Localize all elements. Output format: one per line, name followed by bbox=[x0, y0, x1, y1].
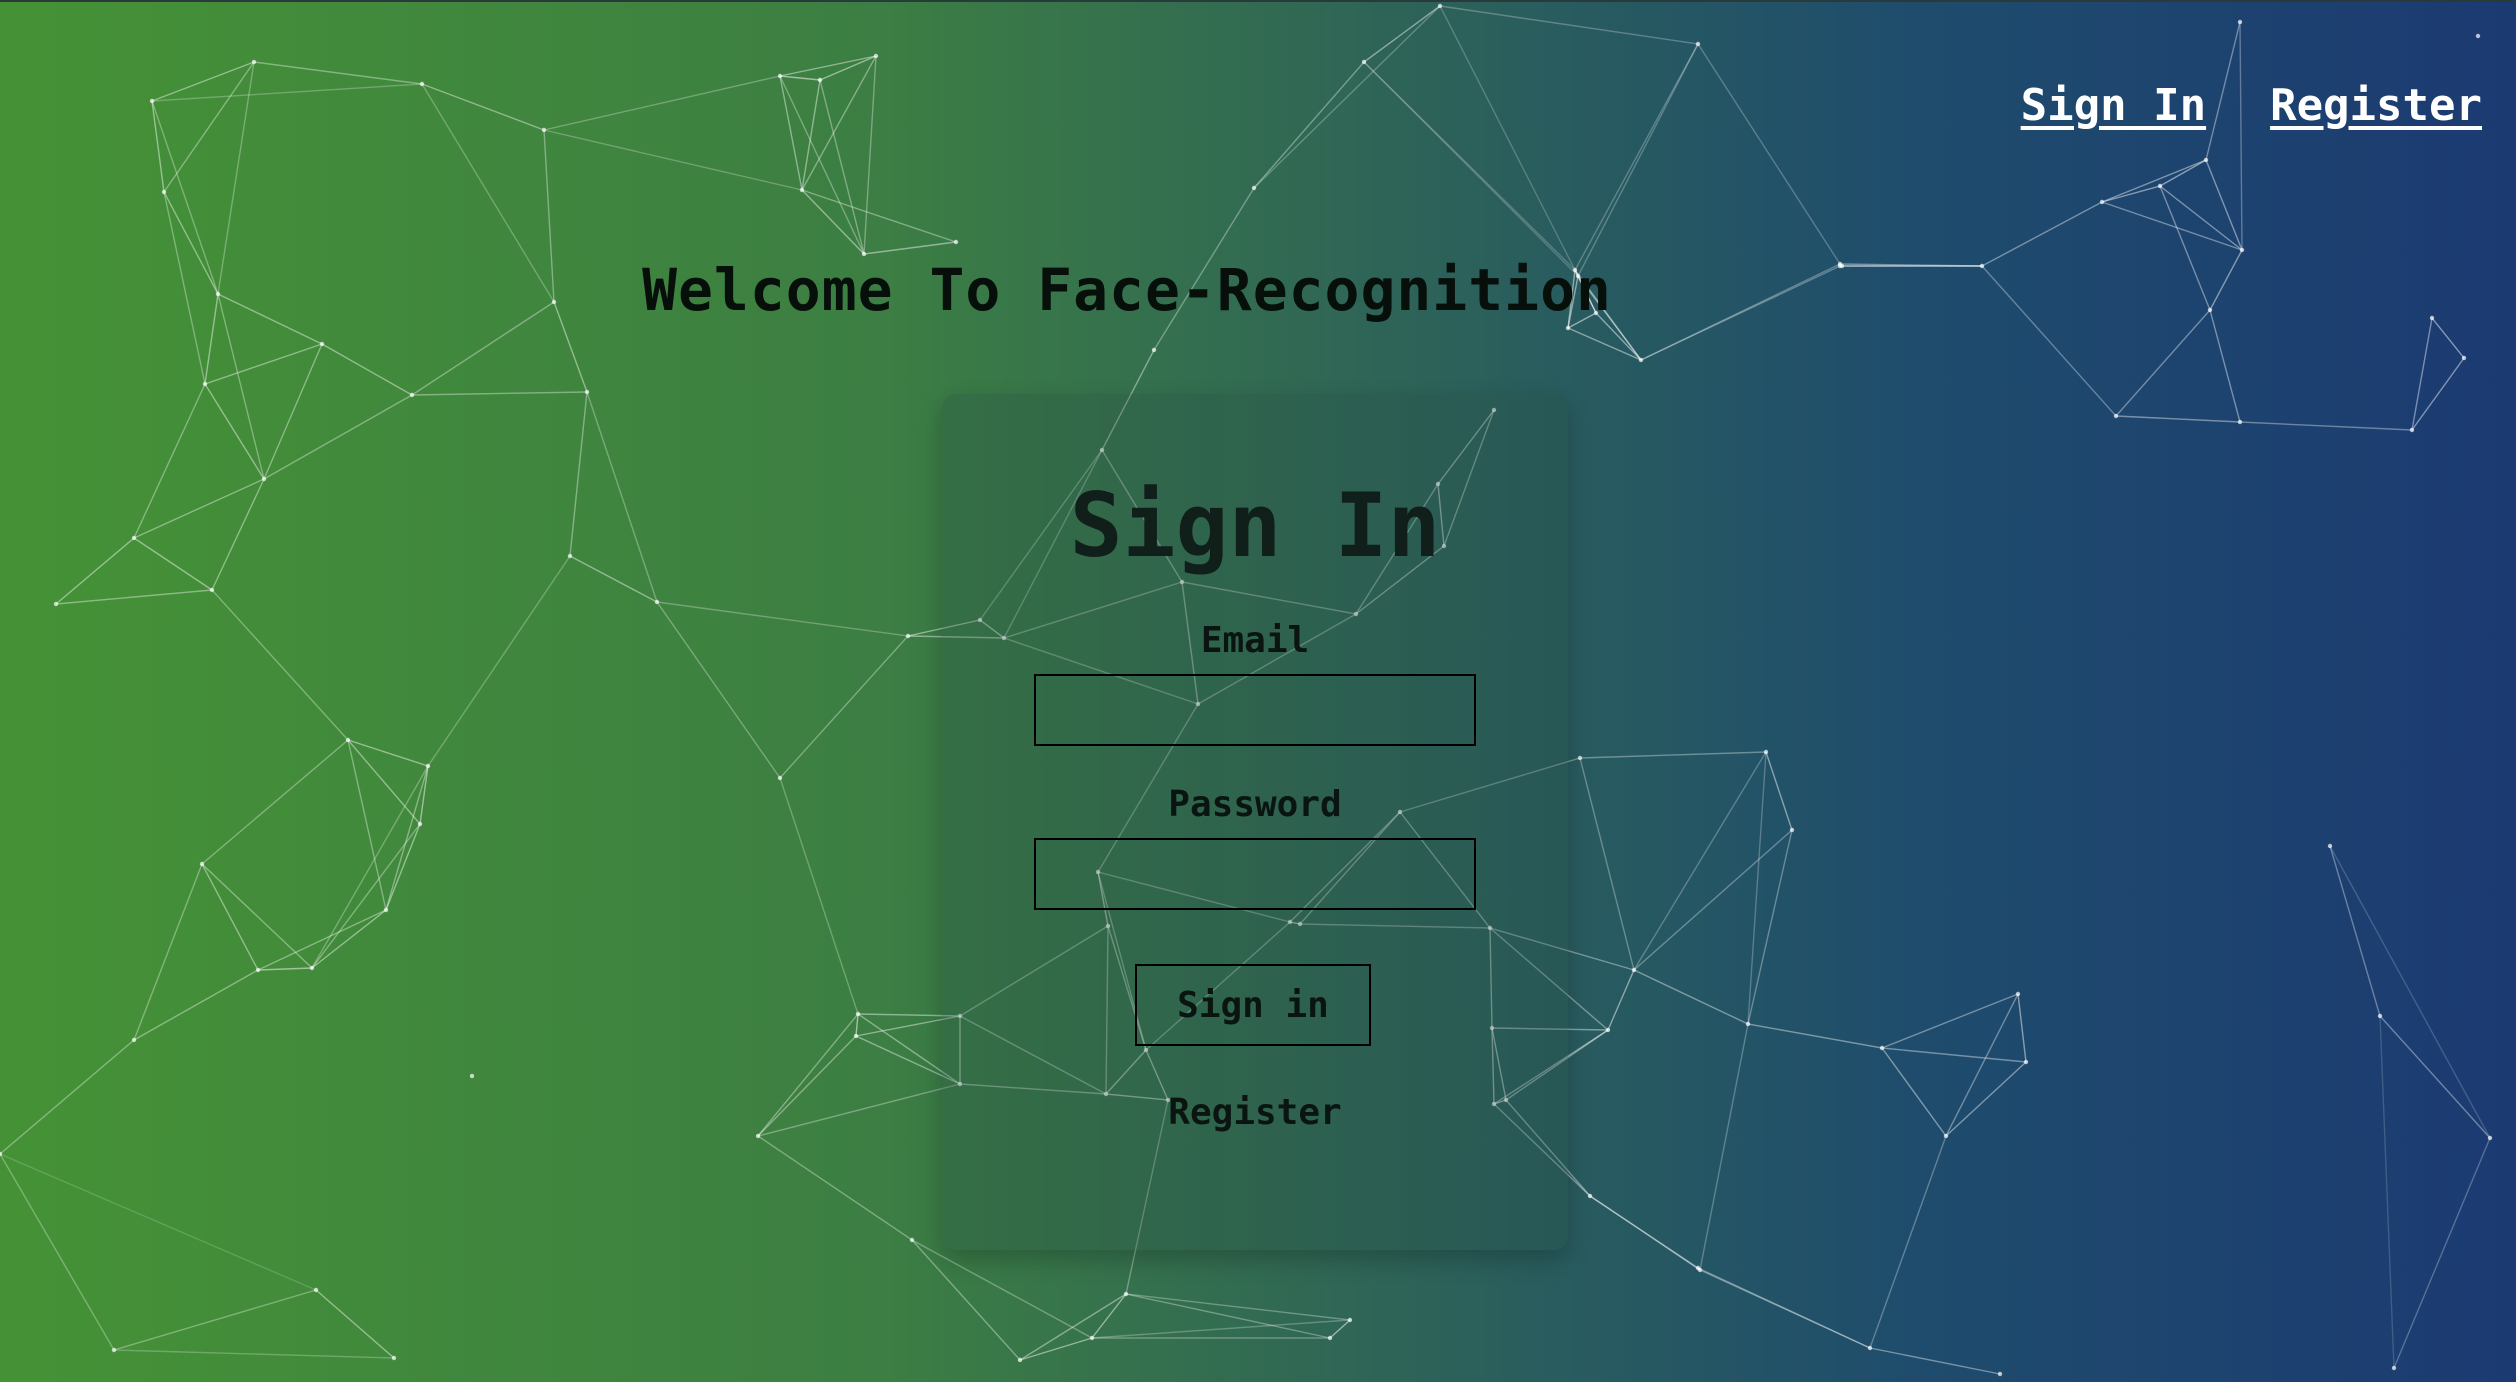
email-field[interactable] bbox=[1034, 674, 1476, 746]
signin-card: Sign In Email Password Sign in Register bbox=[942, 394, 1568, 1250]
email-label: Email bbox=[1200, 620, 1310, 661]
register-link[interactable]: Register bbox=[942, 1092, 1568, 1133]
nav-signin-link[interactable]: Sign In bbox=[2021, 80, 2206, 131]
welcome-heading: Welcome To Face-Recognition bbox=[642, 256, 1612, 324]
signin-title: Sign In bbox=[1069, 474, 1441, 577]
password-field[interactable] bbox=[1034, 838, 1476, 910]
password-label: Password bbox=[1168, 784, 1342, 825]
top-navigation: Sign In Register bbox=[2021, 80, 2482, 131]
signin-button[interactable]: Sign in bbox=[1135, 964, 1371, 1046]
nav-register-link[interactable]: Register bbox=[2270, 80, 2482, 131]
